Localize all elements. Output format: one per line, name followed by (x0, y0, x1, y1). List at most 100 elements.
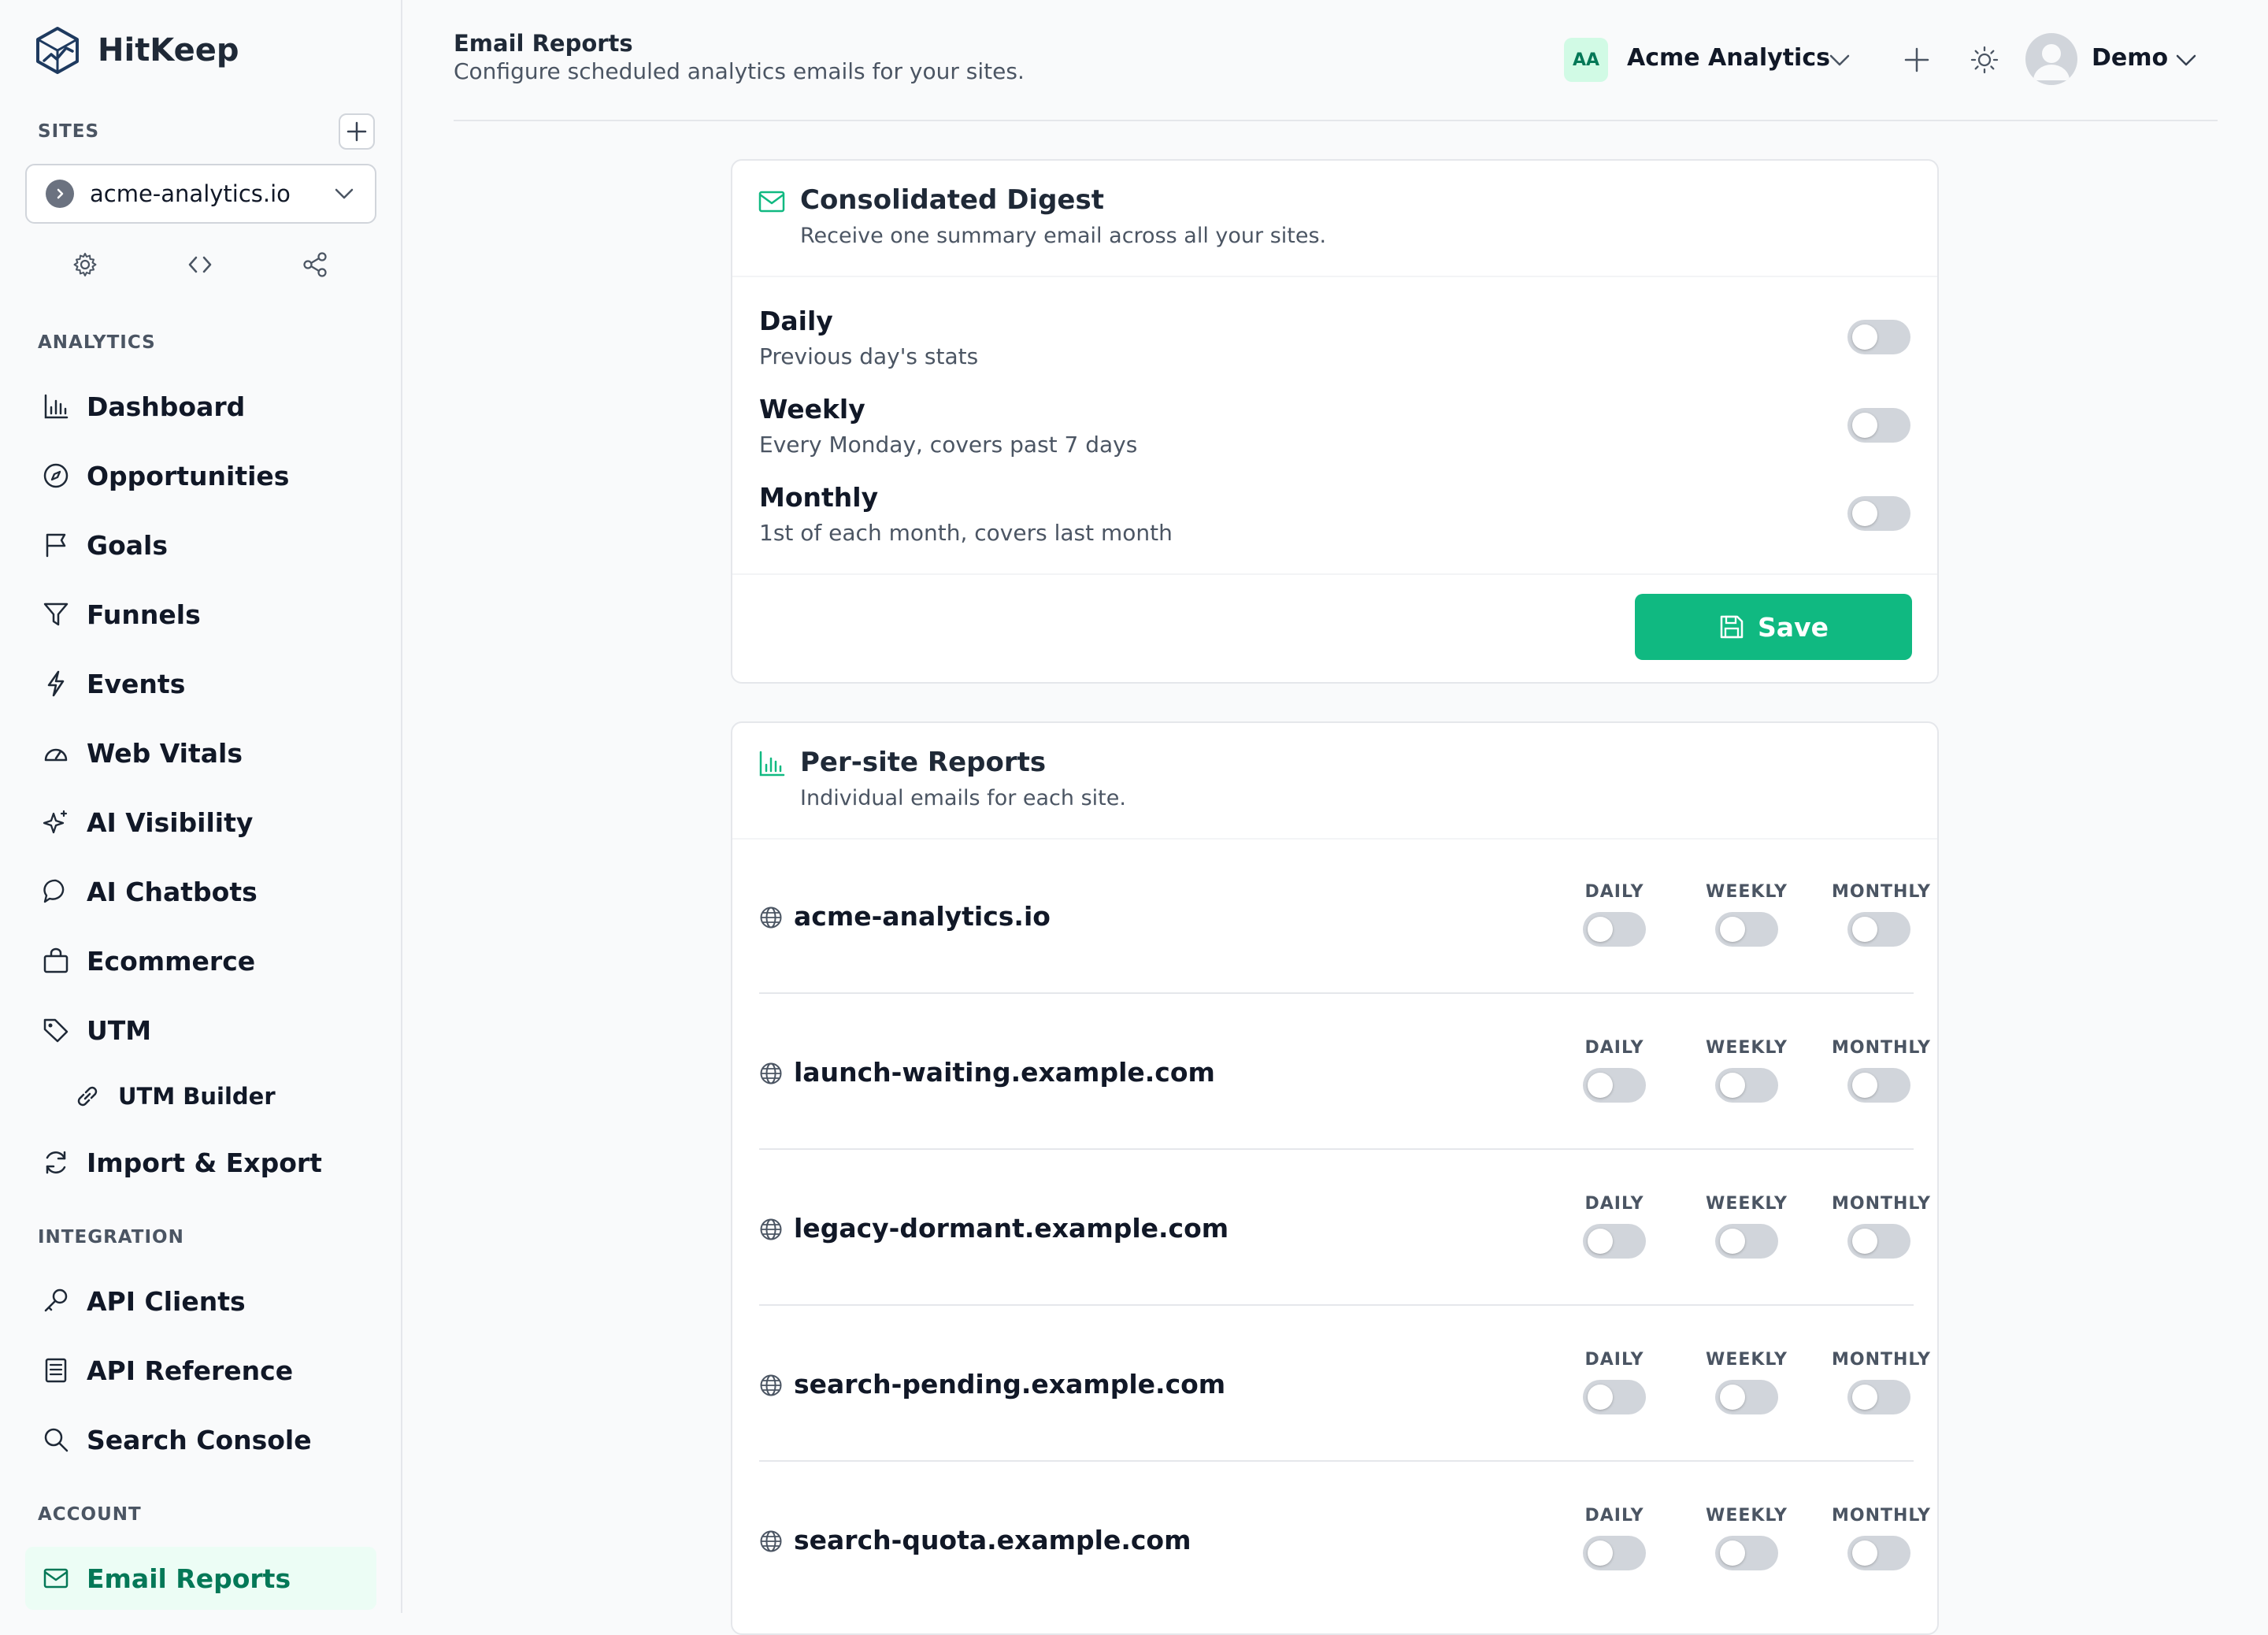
account-section-label: ACCOUNT (38, 1504, 142, 1525)
option-title: Monthly (759, 482, 879, 513)
save-label: Save (1758, 611, 1829, 643)
nav-label: Dashboard (87, 391, 246, 422)
nav-label: AI Chatbots (87, 876, 258, 907)
user-avatar[interactable] (2025, 33, 2077, 85)
weekly-digest-toggle[interactable] (1847, 408, 1910, 443)
site-daily-toggle[interactable] (1583, 1224, 1646, 1259)
org-avatar[interactable]: AA (1564, 38, 1608, 82)
site-tools (25, 249, 376, 284)
brand[interactable]: HitKeep (35, 25, 239, 76)
nav-item-import-export[interactable]: Import & Export (25, 1131, 376, 1194)
site-report-row: launch-waiting.example.com DAILY WEEKLY … (759, 994, 1930, 1150)
option-title: Weekly (759, 394, 865, 425)
site-daily-toggle[interactable] (1583, 1068, 1646, 1103)
site-daily-toggle[interactable] (1583, 1380, 1646, 1414)
per-site-title: Per-site Reports (800, 747, 1047, 778)
nav-item-events[interactable]: Events (25, 652, 376, 715)
nav-label: Search Console (87, 1424, 312, 1455)
user-menu-label[interactable]: Demo (2092, 44, 2168, 72)
nav-label: Import & Export (87, 1147, 322, 1178)
nav-item-api-reference[interactable]: API Reference (25, 1339, 376, 1402)
nav-label: UTM Builder (118, 1083, 276, 1110)
site-monthly-toggle[interactable] (1847, 912, 1910, 947)
globe-icon (759, 1062, 783, 1085)
site-name: search-quota.example.com (794, 1525, 1191, 1555)
sparkle-icon (41, 807, 71, 837)
save-button[interactable]: Save (1635, 594, 1912, 660)
site-weekly-toggle[interactable] (1715, 912, 1778, 947)
share-icon[interactable] (299, 249, 331, 280)
site-weekly-toggle[interactable] (1715, 1380, 1778, 1414)
nav-item-web-vitals[interactable]: Web Vitals (25, 721, 376, 784)
site-name: legacy-dormant.example.com (794, 1213, 1229, 1244)
daily-column-label: DAILY (1584, 1038, 1644, 1058)
flag-icon (41, 530, 71, 560)
nav-label: Web Vitals (87, 737, 243, 769)
site-settings-gear-icon[interactable] (69, 249, 101, 280)
nav-item-ecommerce[interactable]: Ecommerce (25, 929, 376, 992)
weekly-column-label: WEEKLY (1706, 1350, 1788, 1370)
site-report-row: search-pending.example.com DAILY WEEKLY … (759, 1306, 1930, 1462)
site-monthly-toggle[interactable] (1847, 1224, 1910, 1259)
site-monthly-toggle[interactable] (1847, 1068, 1910, 1103)
nav-item-ai-chatbots[interactable]: AI Chatbots (25, 860, 376, 923)
site-daily-toggle[interactable] (1583, 1536, 1646, 1570)
site-favicon-icon (46, 180, 74, 208)
nav-item-api-clients[interactable]: API Clients (25, 1270, 376, 1333)
site-daily-toggle[interactable] (1583, 912, 1646, 947)
daily-column-label: DAILY (1584, 882, 1644, 902)
nav-item-email-reports[interactable]: Email Reports (25, 1547, 376, 1610)
site-monthly-toggle[interactable] (1847, 1536, 1910, 1570)
compass-icon (41, 461, 71, 491)
add-site-button[interactable] (339, 113, 375, 150)
site-weekly-toggle[interactable] (1715, 1068, 1778, 1103)
filter-icon (41, 599, 71, 629)
envelope-icon (41, 1563, 71, 1593)
per-site-reports-card: Per-site Reports Individual emails for e… (731, 721, 1939, 1635)
chevron-down-icon (332, 182, 356, 206)
sites-section-label: SITES (38, 121, 100, 142)
add-plus-icon[interactable] (1899, 43, 1934, 77)
nav-item-ai-visibility[interactable]: AI Visibility (25, 791, 376, 854)
daily-column-label: DAILY (1584, 1350, 1644, 1370)
user-chevron-down-icon[interactable] (2169, 43, 2203, 77)
theme-toggle-sun-icon[interactable] (1967, 43, 2002, 77)
nav-item-dashboard[interactable]: Dashboard (25, 375, 376, 438)
save-disk-icon (1718, 614, 1745, 640)
daily-column-label: DAILY (1584, 1506, 1644, 1526)
option-description: Every Monday, covers past 7 days (759, 432, 1138, 458)
sidebar: HitKeep SITES acme-analytics.io ANALYTIC… (0, 0, 402, 1613)
monthly-column-label: MONTHLY (1832, 1350, 1931, 1370)
digest-option-daily: Daily Previous day's stats (759, 306, 1910, 384)
site-weekly-toggle[interactable] (1715, 1536, 1778, 1570)
integration-section-label: INTEGRATION (38, 1227, 184, 1248)
nav-item-funnels[interactable]: Funnels (25, 583, 376, 646)
nav-item-utm-builder[interactable]: UTM Builder (25, 1065, 376, 1128)
site-report-row: legacy-dormant.example.com DAILY WEEKLY … (759, 1150, 1930, 1306)
site-weekly-toggle[interactable] (1715, 1224, 1778, 1259)
nav-item-utm[interactable]: UTM (25, 999, 376, 1062)
nav-label: Funnels (87, 599, 201, 630)
envelope-icon (758, 187, 786, 216)
nav-item-goals[interactable]: Goals (25, 513, 376, 577)
daily-digest-toggle[interactable] (1847, 320, 1910, 354)
bar-chart-icon (758, 750, 786, 778)
site-selector[interactable]: acme-analytics.io (25, 164, 376, 224)
org-chevron-down-icon[interactable] (1822, 43, 1857, 77)
link-icon (72, 1081, 102, 1111)
nav-label: Events (87, 668, 186, 699)
gauge-icon (41, 738, 71, 768)
nav-item-opportunities[interactable]: Opportunities (25, 444, 376, 507)
page-title: Email Reports (454, 30, 633, 57)
monthly-column-label: MONTHLY (1832, 1194, 1931, 1214)
document-icon (41, 1355, 71, 1385)
site-monthly-toggle[interactable] (1847, 1380, 1910, 1414)
nav-label: Opportunities (87, 460, 290, 491)
tracking-code-icon[interactable] (184, 249, 216, 280)
monthly-digest-toggle[interactable] (1847, 496, 1910, 531)
consolidated-digest-card: Consolidated Digest Receive one summary … (731, 159, 1939, 684)
hitkeep-logo-icon (35, 26, 80, 75)
site-name: launch-waiting.example.com (794, 1057, 1215, 1088)
nav-item-search-console[interactable]: Search Console (25, 1408, 376, 1471)
org-switcher-label[interactable]: Acme Analytics (1627, 44, 1830, 72)
